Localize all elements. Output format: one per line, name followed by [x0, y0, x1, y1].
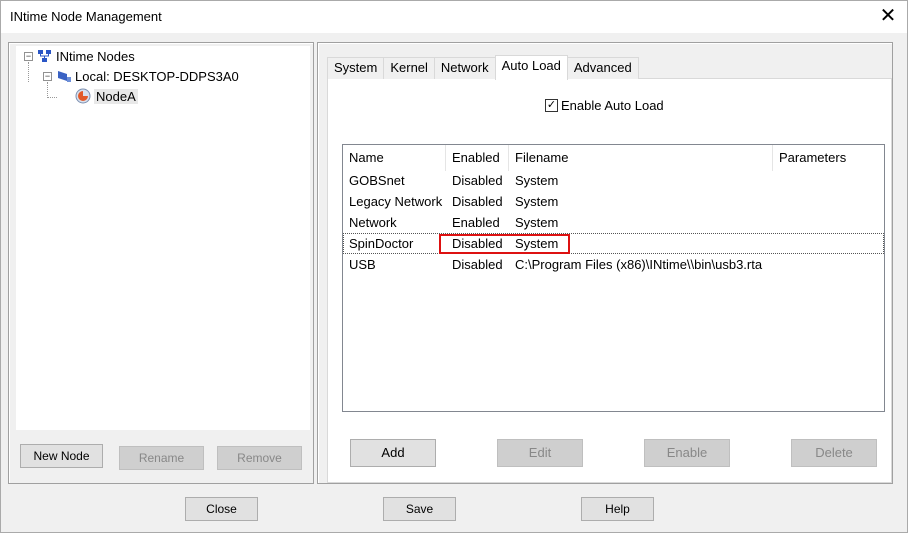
tab-strip: System Kernel Network Auto Load Advanced [327, 55, 639, 80]
collapse-icon[interactable]: − [24, 51, 33, 61]
edit-button[interactable]: Edit [497, 439, 583, 467]
cell-enabled: Disabled [452, 173, 503, 188]
new-node-button[interactable]: New Node [20, 444, 103, 468]
cell-name: SpinDoctor [349, 236, 414, 251]
window-title: INtime Node Management [10, 9, 162, 24]
tab-kernel[interactable]: Kernel [383, 57, 435, 79]
table-row[interactable]: Legacy Network Disabled System [343, 191, 884, 212]
computer-icon [56, 68, 72, 84]
table-row[interactable]: USB Disabled C:\Program Files (x86)\INti… [343, 254, 884, 275]
tab-auto-load[interactable]: Auto Load [494, 55, 568, 80]
column-filename[interactable]: Filename [509, 145, 773, 171]
tab-advanced[interactable]: Advanced [566, 57, 639, 79]
rename-button[interactable]: Rename [119, 446, 204, 470]
title-bar: INtime Node Management ✕ [1, 1, 907, 33]
cell-filename: System [515, 215, 559, 230]
cell-enabled: Disabled [452, 194, 503, 209]
enable-button[interactable]: Enable [644, 439, 730, 467]
tree-root[interactable]: − INtime Nodes [24, 46, 135, 66]
tree-local-host[interactable]: − Local: DESKTOP-DDPS3A0 [43, 66, 239, 86]
table-row[interactable]: Network Enabled System [343, 212, 884, 233]
list-header: Name Enabled Filename Parameters [343, 145, 884, 171]
tree-node-label: NodeA [94, 88, 138, 104]
highlight-annotation [439, 234, 570, 254]
close-button[interactable]: Close [185, 497, 258, 521]
tab-system[interactable]: System [327, 57, 385, 79]
cell-name: Legacy Network [349, 194, 443, 209]
help-button[interactable]: Help [581, 497, 654, 521]
save-button[interactable]: Save [383, 497, 456, 521]
tree-root-label: INtime Nodes [56, 48, 135, 64]
node-icon [75, 88, 91, 104]
cell-name: GOBSnet [349, 173, 405, 188]
collapse-icon[interactable]: − [43, 71, 52, 81]
remove-button[interactable]: Remove [217, 446, 302, 470]
cell-filename: C:\Program Files (x86)\INtime\\bin\usb3.… [515, 257, 763, 272]
column-enabled[interactable]: Enabled [446, 145, 509, 171]
add-button[interactable]: Add [350, 439, 436, 467]
cell-filename: System [515, 173, 559, 188]
column-name[interactable]: Name [343, 145, 446, 171]
enable-auto-load-checkbox[interactable]: ✓ Enable Auto Load [545, 98, 664, 113]
network-nodes-icon [37, 48, 53, 64]
tab-network[interactable]: Network [433, 57, 496, 79]
table-row[interactable]: GOBSnet Disabled System [343, 170, 884, 191]
tree-node-a[interactable]: NodeA [61, 86, 138, 106]
close-icon[interactable]: ✕ [877, 5, 899, 27]
cell-enabled: Disabled [452, 257, 503, 272]
node-tree[interactable]: − INtime Nodes − Local: DESKTOP-DDPS3A0 … [16, 46, 310, 430]
checkbox-checked-icon[interactable]: ✓ [545, 99, 558, 112]
column-parameters[interactable]: Parameters [773, 145, 884, 171]
tree-local-label: Local: DESKTOP-DDPS3A0 [75, 68, 239, 84]
cell-enabled: Enabled [452, 215, 500, 230]
auto-load-list[interactable]: Name Enabled Filename Parameters GOBSnet… [342, 144, 885, 412]
cell-name: Network [349, 215, 397, 230]
delete-button[interactable]: Delete [791, 439, 877, 467]
table-row-focused[interactable]: SpinDoctor Disabled System [343, 233, 884, 254]
enable-auto-load-label: Enable Auto Load [561, 98, 664, 113]
cell-filename: System [515, 194, 559, 209]
cell-name: USB [349, 257, 376, 272]
